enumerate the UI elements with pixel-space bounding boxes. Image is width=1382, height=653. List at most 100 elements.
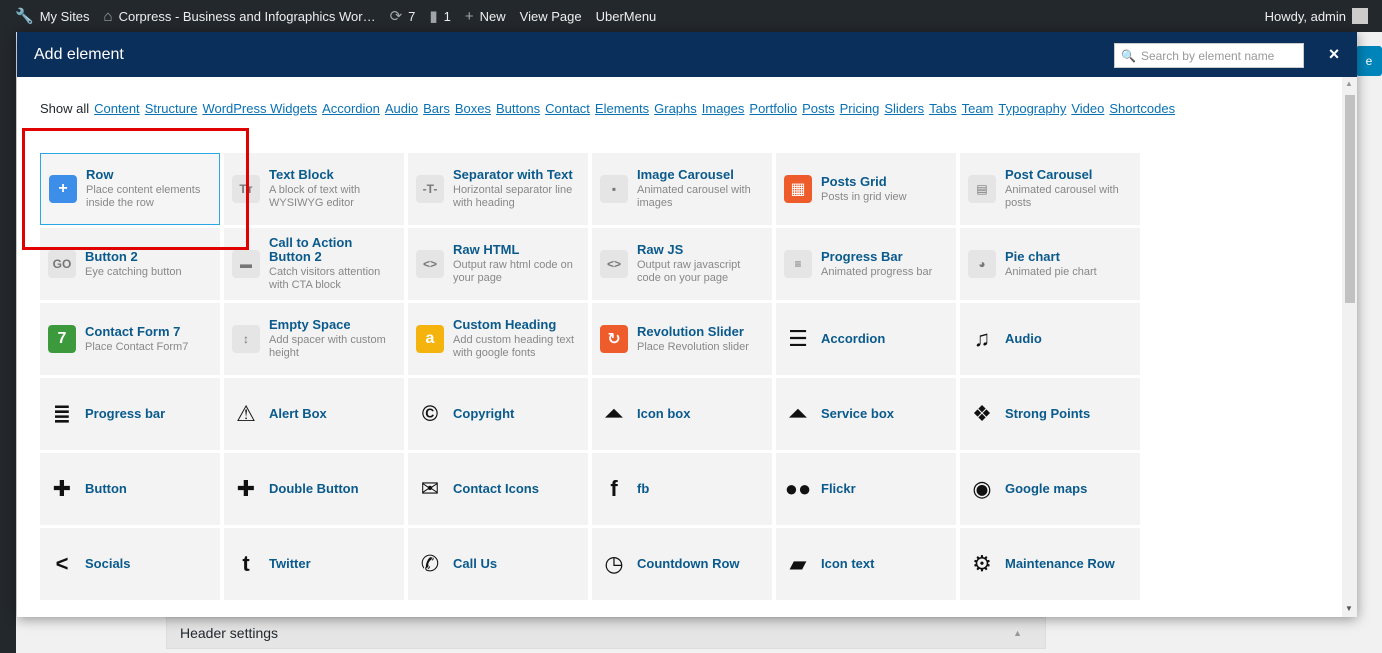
- filter-show-all[interactable]: Show all: [40, 101, 89, 116]
- ubermenu-link[interactable]: UberMenu: [596, 9, 657, 24]
- filter-images[interactable]: Images: [702, 101, 745, 116]
- filter-audio[interactable]: Audio: [385, 101, 418, 116]
- filter-shortcodes[interactable]: Shortcodes: [1109, 101, 1175, 116]
- element-button[interactable]: ✚ Button: [40, 453, 220, 525]
- element-pie-chart[interactable]: ◕ Pie chart Animated pie chart: [960, 228, 1140, 300]
- search-box[interactable]: 🔍: [1114, 43, 1304, 68]
- element-text-block[interactable]: Tт Text Block A block of text with WYSIWYG…: [224, 153, 404, 225]
- element-text: Separator with Text Horizontal separator …: [453, 168, 580, 210]
- element-description: Eye catching button: [85, 265, 182, 278]
- updates-menu[interactable]: ⟳ 7: [390, 7, 416, 25]
- scroll-up-icon[interactable]: ▲: [1345, 79, 1353, 88]
- filter-pricing[interactable]: Pricing: [840, 101, 880, 116]
- search-input[interactable]: [1140, 48, 1291, 63]
- filter-video[interactable]: Video: [1071, 101, 1104, 116]
- element-name: Countdown Row: [637, 556, 740, 571]
- new-label: New: [479, 8, 506, 24]
- element-button-2[interactable]: GO Button 2 Eye catching button: [40, 228, 220, 300]
- filter-portfolio[interactable]: Portfolio: [749, 101, 797, 116]
- element-posts-grid[interactable]: ▦ Posts Grid Posts in grid view: [776, 153, 956, 225]
- collapse-arrow-icon[interactable]: ▲: [1013, 628, 1022, 638]
- add-element-modal: Add element 🔍 × Show all Content Structure…: [17, 32, 1357, 617]
- element-flickr[interactable]: ●● Flickr: [776, 453, 956, 525]
- element-text: Twitter: [269, 557, 311, 571]
- filter-tabs[interactable]: Tabs: [929, 101, 956, 116]
- filter-structure[interactable]: Structure: [145, 101, 198, 116]
- element-alert-box[interactable]: ⚠ Alert Box: [224, 378, 404, 450]
- my-account-menu[interactable]: Howdy, admin: [1265, 0, 1368, 32]
- my-sites-menu[interactable]: 🔧 My Sites: [15, 7, 90, 25]
- element-contact-icons[interactable]: ✉ Contact Icons: [408, 453, 588, 525]
- element-post-carousel[interactable]: ▤ Post Carousel Animated carousel with pos…: [960, 153, 1140, 225]
- filter-buttons[interactable]: Buttons: [496, 101, 540, 116]
- element-google-maps[interactable]: ◉ Google maps: [960, 453, 1140, 525]
- filter-wordpress-widgets[interactable]: WordPress Widgets: [202, 101, 317, 116]
- element-name: Post Carousel: [1005, 167, 1093, 182]
- scrollbar-thumb[interactable]: [1345, 95, 1355, 303]
- scrollbar[interactable]: ▲ ▼: [1342, 77, 1357, 617]
- copyright-icon: ©: [421, 401, 439, 426]
- element-icon-box[interactable]: ⏶ Icon box: [592, 378, 772, 450]
- element-raw-html[interactable]: <> Raw HTML Output raw html code on your p…: [408, 228, 588, 300]
- filter-boxes[interactable]: Boxes: [455, 101, 491, 116]
- element-twitter[interactable]: t Twitter: [224, 528, 404, 600]
- updates-count: 7: [408, 8, 416, 24]
- element-separator-with-text[interactable]: -T- Separator with Text Horizontal separat…: [408, 153, 588, 225]
- element-call-to-action-button-2[interactable]: ▬ Call to Action Button 2 Catch visitors a…: [224, 228, 404, 300]
- element-call-us[interactable]: ✆ Call Us: [408, 528, 588, 600]
- element-text: Icon box: [637, 407, 690, 421]
- element-text: Pie chart Animated pie chart: [1005, 249, 1097, 279]
- element-copyright[interactable]: © Copyright: [408, 378, 588, 450]
- element-socials[interactable]: < Socials: [40, 528, 220, 600]
- comments-menu[interactable]: ▮ 1: [429, 7, 451, 25]
- element-text: fb: [637, 482, 649, 496]
- element-countdown-row[interactable]: ◷ Countdown Row: [592, 528, 772, 600]
- element-name: Service box: [821, 406, 894, 421]
- element-raw-js[interactable]: <> Raw JS Output raw javascript code on yo…: [592, 228, 772, 300]
- filter-sliders[interactable]: Sliders: [884, 101, 924, 116]
- warning-icon: ⚠: [236, 401, 256, 426]
- element-text: Strong Points: [1005, 407, 1090, 421]
- html-icon: <>: [416, 250, 444, 278]
- element-progress-bar[interactable]: ≡ Progress Bar Animated progress bar: [776, 228, 956, 300]
- element-contact-form-7[interactable]: 7 Contact Form 7 Place Contact Form7: [40, 303, 220, 375]
- element-progress-bar[interactable]: ≣ Progress bar: [40, 378, 220, 450]
- scroll-down-icon[interactable]: ▼: [1345, 604, 1353, 613]
- element-service-box[interactable]: ⏶ Service box: [776, 378, 956, 450]
- filter-bars[interactable]: Bars: [423, 101, 450, 116]
- element-icon-text[interactable]: ▰ Icon text: [776, 528, 956, 600]
- element-accordion[interactable]: ☰ Accordion: [776, 303, 956, 375]
- filter-posts[interactable]: Posts: [802, 101, 835, 116]
- element-name: Google maps: [1005, 481, 1088, 496]
- element-strong-points[interactable]: ❖ Strong Points: [960, 378, 1140, 450]
- filter-contact[interactable]: Contact: [545, 101, 590, 116]
- element-row[interactable]: + Row Place content elements inside the ro…: [40, 153, 220, 225]
- view-page-link[interactable]: View Page: [520, 9, 582, 24]
- filter-typography[interactable]: Typography: [998, 101, 1066, 116]
- new-content-menu[interactable]: + New: [465, 8, 506, 25]
- element-custom-heading[interactable]: a Custom Heading Add custom heading text w…: [408, 303, 588, 375]
- update-button[interactable]: e: [1356, 46, 1382, 76]
- element-fb[interactable]: f fb: [592, 453, 772, 525]
- element-description: Add custom heading text with google font…: [453, 334, 575, 359]
- element-maintenance-row[interactable]: ⚙ Maintenance Row: [960, 528, 1140, 600]
- element-revolution-slider[interactable]: ↻ Revolution Slider Place Revolution slide…: [592, 303, 772, 375]
- element-image-carousel[interactable]: ▪ Image Carousel Animated carousel with im…: [592, 153, 772, 225]
- ubermenu-label: UberMenu: [595, 8, 657, 24]
- filter-graphs[interactable]: Graphs: [654, 101, 697, 116]
- filter-team[interactable]: Team: [962, 101, 994, 116]
- header-settings-panel[interactable]: Header settings ▲: [166, 617, 1046, 649]
- site-name-menu[interactable]: ⌂ Corpress - Business and Infographics Wo…: [104, 8, 376, 25]
- filter-content[interactable]: Content: [94, 101, 140, 116]
- element-empty-space[interactable]: ↕ Empty Space Add spacer with custom heigh…: [224, 303, 404, 375]
- filter-elements[interactable]: Elements: [595, 101, 649, 116]
- element-name: Row: [86, 167, 114, 182]
- element-audio[interactable]: ♫ Audio: [960, 303, 1140, 375]
- filter-accordion[interactable]: Accordion: [322, 101, 380, 116]
- text-icon: Tт: [232, 175, 260, 203]
- close-button[interactable]: ×: [1322, 42, 1346, 66]
- element-text: Flickr: [821, 482, 856, 496]
- wp-logo-fragment[interactable]: ): [0, 8, 1, 25]
- element-double-button[interactable]: ✚ Double Button: [224, 453, 404, 525]
- element-name: Separator with Text: [453, 167, 573, 182]
